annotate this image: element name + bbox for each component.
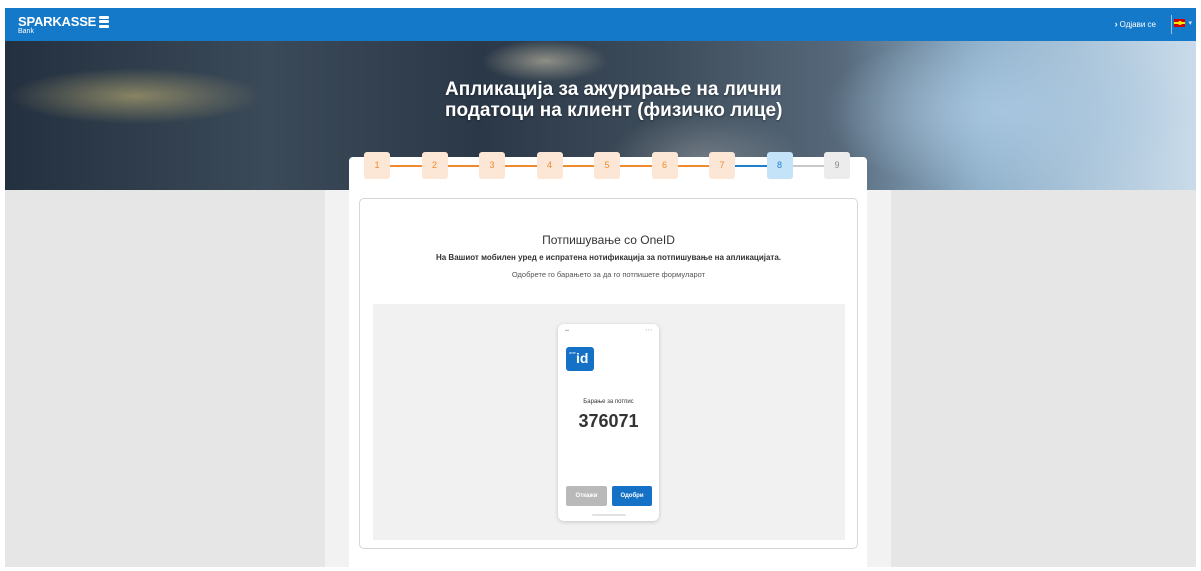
brand-name: SPARKASSE <box>18 14 97 29</box>
chevron-right-icon: › <box>1114 19 1118 29</box>
logout-link[interactable]: › Одјави се <box>1115 19 1156 29</box>
step-2[interactable]: 2 <box>421 152 448 179</box>
step-7[interactable]: 7 <box>709 152 735 179</box>
step-4[interactable]: 4 <box>536 152 563 179</box>
phone-time: ▬ <box>565 327 569 332</box>
step-9: 9 <box>824 152 850 179</box>
step-connector <box>792 165 824 167</box>
phone-preview-area: ▬ ▪▪▪ one id Барање за потпис 376071 Отк… <box>373 304 845 540</box>
step-5[interactable]: 5 <box>594 152 620 179</box>
home-indicator <box>592 514 626 516</box>
signature-notice: На Вашиот мобилен уред е испратена нотиф… <box>435 253 781 262</box>
step-8[interactable]: 8 <box>766 152 793 179</box>
step-3[interactable]: 3 <box>479 152 505 179</box>
step-connector <box>447 165 479 167</box>
step-connector <box>620 165 652 167</box>
chevron-down-icon[interactable]: ▾ <box>1188 19 1192 27</box>
sparkasse-logo[interactable]: SPARKASSE Bank <box>18 14 110 35</box>
step-connector <box>505 165 537 167</box>
step-1[interactable]: 1 <box>364 152 390 179</box>
oneid-logo-icon: one id <box>566 347 594 371</box>
logout-label: Одјави се <box>1119 19 1156 29</box>
step-6[interactable]: 6 <box>651 152 678 179</box>
step-connector <box>390 165 422 167</box>
signature-card: Потпишување со OneID На Вашиот мобилен у… <box>359 198 858 549</box>
phone-mockup: ▬ ▪▪▪ one id Барање за потпис 376071 Отк… <box>558 324 659 521</box>
cancel-button[interactable]: Откажи <box>566 486 607 506</box>
header-divider <box>1171 15 1172 34</box>
top-bar: SPARKASSE Bank › Одјави се ▾ <box>5 8 1196 41</box>
approve-button[interactable]: Одобри <box>612 486 652 506</box>
step-connector <box>677 165 709 167</box>
page-title: Апликација за ажурирање на лични податоц… <box>445 79 783 121</box>
mk-flag-icon[interactable] <box>1174 19 1185 27</box>
signature-instruction: Одобрете го барањето за да го потпишете … <box>511 270 706 279</box>
progress-stepper: 1 2 3 4 5 6 7 8 9 <box>364 152 854 179</box>
signature-title: Потпишување со OneID <box>542 233 675 247</box>
step-connector <box>562 165 594 167</box>
request-label: Барање за потпис <box>583 399 634 405</box>
brand-sub: Bank <box>18 28 34 35</box>
phone-status-icons: ▪▪▪ <box>645 327 653 332</box>
step-connector <box>735 165 767 167</box>
verification-code: 376071 <box>578 411 639 431</box>
sparkasse-s-icon <box>99 15 110 28</box>
